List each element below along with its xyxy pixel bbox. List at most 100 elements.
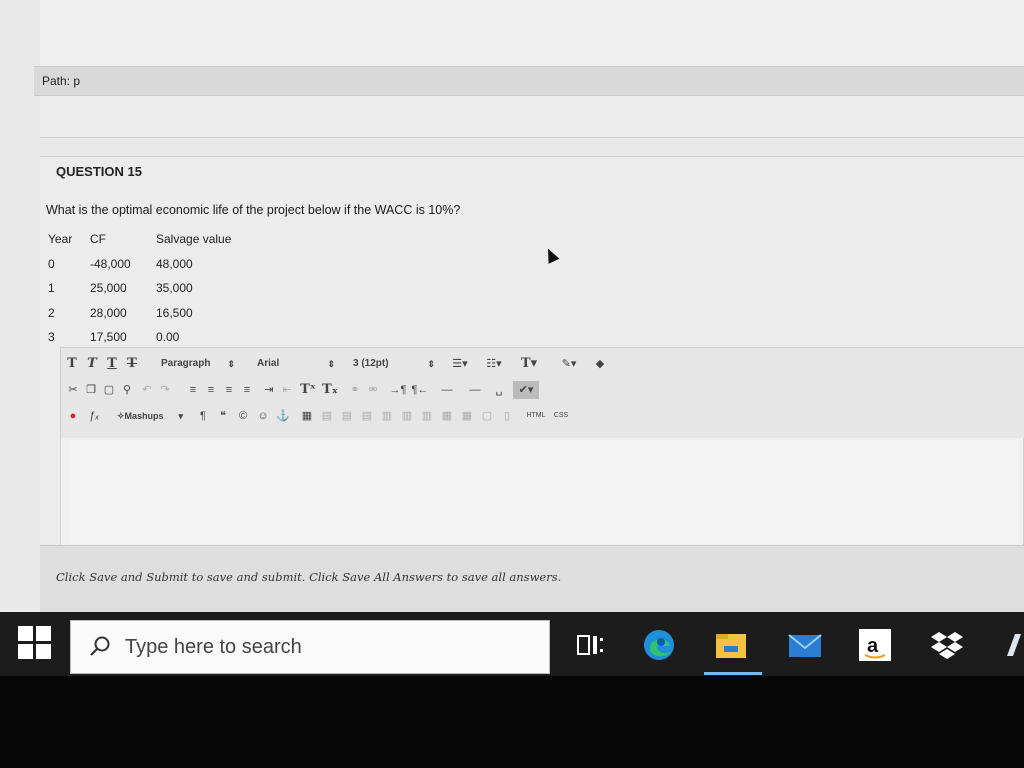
paragraph-mark-icon[interactable]: ¶: [195, 407, 211, 425]
record-icon[interactable]: ●: [65, 407, 81, 425]
mail-icon[interactable]: [786, 626, 824, 664]
table-col-before-icon[interactable]: ▥: [379, 407, 395, 425]
table-row: 2 28,000 16,500: [48, 301, 256, 326]
monitor-bezel: [0, 676, 1024, 768]
edge-browser-icon[interactable]: [640, 626, 678, 664]
table-cell-icon[interactable]: ▢: [479, 407, 495, 425]
paste-icon[interactable]: ▢: [101, 381, 117, 399]
select-arrow-icon: ⇕: [427, 359, 435, 369]
ltr-paragraph-icon[interactable]: →¶: [389, 381, 407, 399]
align-justify-icon[interactable]: ≡: [239, 381, 255, 399]
table-header-row: Year CF Salvage value: [48, 227, 256, 252]
format-select[interactable]: Paragraph ⇕: [157, 355, 239, 373]
question-title: QUESTION 15: [56, 164, 142, 179]
undo-icon[interactable]: ↶: [139, 381, 155, 399]
find-icon[interactable]: ⚲: [119, 381, 135, 399]
taskbar-search-box[interactable]: Type here to search: [70, 620, 550, 674]
screen: Path: p QUESTION 15 What is the optimal …: [0, 0, 1024, 768]
table-row-after-icon[interactable]: ▤: [339, 407, 355, 425]
cell-salvage: 16,500: [156, 305, 193, 320]
unlink-icon[interactable]: ⚮: [365, 381, 381, 399]
start-button[interactable]: [18, 626, 54, 662]
eraser-icon[interactable]: ◆: [591, 355, 609, 373]
cell-year: 2: [48, 305, 55, 320]
mashups-dropdown[interactable]: ✧Mashups ▾: [113, 407, 187, 425]
font-select-value: Arial: [257, 358, 280, 369]
header-year: Year: [48, 232, 73, 247]
link-icon[interactable]: ⚭: [347, 381, 363, 399]
table-row: 1 25,000 35,000: [48, 276, 256, 301]
numbered-list-icon[interactable]: ☷▾: [481, 355, 507, 373]
amazon-icon[interactable]: a: [856, 626, 894, 664]
em-dash-icon[interactable]: —: [467, 381, 483, 399]
cell-salvage: 0.00: [156, 330, 180, 345]
cell-year: 1: [48, 281, 55, 296]
mashups-label: Mashups: [124, 411, 164, 421]
css-button[interactable]: CSS: [551, 407, 571, 425]
cash-flow-table: Year CF Salvage value 0 -48,000 48,000 1…: [48, 227, 256, 350]
indent-icon[interactable]: ⇥: [261, 381, 277, 399]
math-formula-icon[interactable]: ƒₓ: [85, 407, 103, 425]
previous-question-area: [40, 0, 1024, 66]
table-props-icon[interactable]: ▯: [499, 407, 515, 425]
cut-icon[interactable]: ✂: [65, 381, 81, 399]
spellcheck-icon[interactable]: ✔▾: [513, 381, 539, 399]
align-right-icon[interactable]: ≡: [221, 381, 237, 399]
font-select[interactable]: Arial ⇕: [253, 355, 339, 373]
windows-logo-icon: [36, 644, 51, 659]
rtl-paragraph-icon[interactable]: ¶←: [411, 381, 429, 399]
emoticon-icon[interactable]: ☺: [255, 407, 271, 425]
align-left-icon[interactable]: ≡: [185, 381, 201, 399]
table-split-icon[interactable]: ▦: [439, 407, 455, 425]
cell-salvage: 48,000: [156, 256, 193, 271]
bold-text-icon[interactable]: T: [65, 355, 79, 373]
table-delete-row-icon[interactable]: ▤: [359, 407, 375, 425]
highlight-pen-icon[interactable]: ✎▾: [557, 355, 581, 373]
table-merge-icon[interactable]: ▦: [459, 407, 475, 425]
html-button[interactable]: HTML: [523, 407, 549, 425]
redo-icon[interactable]: ↷: [157, 381, 173, 399]
header-salvage: Salvage value: [156, 232, 232, 247]
active-app-indicator: [704, 672, 762, 675]
text-color-icon[interactable]: T▾: [517, 355, 541, 373]
editor-toolbar: T T T T Paragraph ⇕ Arial ⇕ 3 (12pt) ⇕ ☰▾ ☷…: [61, 348, 1024, 438]
file-explorer-icon[interactable]: [712, 626, 750, 664]
table-row-before-icon[interactable]: ▤: [319, 407, 335, 425]
dropbox-icon[interactable]: [928, 626, 966, 664]
cell-salvage: 35,000: [156, 281, 193, 296]
size-select[interactable]: 3 (12pt) ⇕: [349, 355, 439, 373]
table-col-after-icon[interactable]: ▥: [399, 407, 415, 425]
copy-icon[interactable]: ❐: [83, 381, 99, 399]
underline-text-icon[interactable]: T: [105, 355, 119, 373]
anchor-icon[interactable]: ⚓: [275, 407, 291, 425]
submit-instructions-bar: Click Save and Submit to save and submit…: [40, 545, 1024, 613]
strikethrough-text-icon[interactable]: T: [125, 355, 139, 373]
nonbreaking-space-icon[interactable]: ␣: [491, 381, 507, 399]
table-icon[interactable]: ▦: [299, 407, 315, 425]
editor-path-bar: Path: p: [34, 66, 1024, 96]
toolbar-row-1: T T T T Paragraph ⇕ Arial ⇕ 3 (12pt) ⇕ ☰▾ ☷…: [61, 352, 1024, 378]
submit-instructions: Click Save and Submit to save and submit…: [56, 570, 562, 584]
blank-strip: [40, 96, 1024, 138]
outdent-icon[interactable]: ⇤: [279, 381, 295, 399]
table-delete-col-icon[interactable]: ▥: [419, 407, 435, 425]
italic-text-icon[interactable]: T: [85, 355, 99, 373]
answer-text-area[interactable]: [69, 440, 1019, 544]
table-row: 3 17,500 0.00: [48, 325, 256, 350]
subscript-icon[interactable]: Tₓ: [321, 381, 339, 399]
task-view-icon[interactable]: [572, 626, 610, 664]
blockquote-icon[interactable]: ❝: [215, 407, 231, 425]
app-icon[interactable]: [996, 626, 1024, 664]
windows-logo-icon: [18, 644, 33, 659]
path-label: Path: p: [42, 74, 81, 88]
horizontal-rule-icon[interactable]: —: [439, 381, 455, 399]
header-cf: CF: [90, 232, 106, 247]
bullet-list-icon[interactable]: ☰▾: [447, 355, 473, 373]
question-panel: QUESTION 15 What is the optimal economic…: [40, 156, 1024, 613]
copyright-icon[interactable]: ©: [235, 407, 251, 425]
align-center-icon[interactable]: ≡: [203, 381, 219, 399]
superscript-icon[interactable]: Tˣ: [299, 381, 317, 399]
table-row: 0 -48,000 48,000: [48, 252, 256, 277]
toolbar-row-2: ✂ ❐ ▢ ⚲ ↶ ↷ ≡ ≡ ≡ ≡ ⇥ ⇤ Tˣ Tₓ ⚭ ⚮ →¶ ¶← …: [61, 378, 1024, 404]
select-arrow-icon: ⇕: [227, 359, 235, 369]
